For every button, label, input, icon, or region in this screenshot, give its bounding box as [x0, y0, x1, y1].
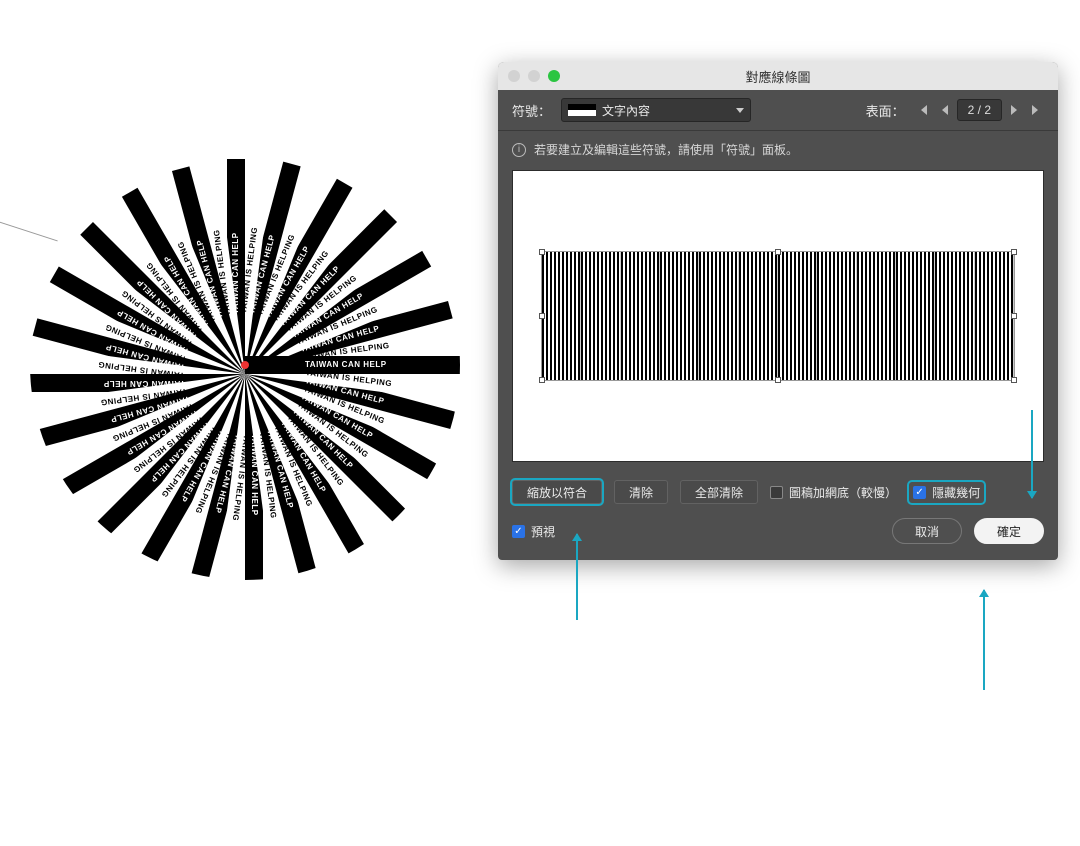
resize-handle[interactable] [1011, 249, 1017, 255]
window-minimize[interactable] [528, 70, 540, 82]
window-zoom[interactable] [548, 70, 560, 82]
cancel-button[interactable]: 取消 [892, 518, 962, 544]
action-row: 縮放以符合 清除 全部清除 圖稿加網底（較慢） ✓ 隱藏幾何 [498, 474, 1058, 514]
artwork-center [241, 361, 249, 369]
shade-artwork-checkbox[interactable]: 圖稿加網底（較慢） [770, 484, 897, 501]
clear-all-button[interactable]: 全部清除 [680, 480, 758, 504]
chevron-down-icon [736, 108, 744, 113]
info-icon: i [512, 143, 526, 157]
checkbox-icon: ✓ [512, 525, 525, 538]
guide-line [0, 210, 58, 242]
hide-geo-label: 隱藏幾何 [932, 484, 980, 501]
preview-checkbox[interactable]: ✓ 預視 [512, 523, 555, 540]
footer-row: ✓ 預視 取消 確定 [498, 514, 1058, 560]
resize-handle[interactable] [539, 377, 545, 383]
annotation-arrow [576, 534, 578, 620]
last-surface-button[interactable] [1028, 103, 1044, 117]
canvas-artwork: TAIWAN IS HELPINGTAIWAN CAN HELPTAIWAN I… [30, 150, 460, 580]
annotation-arrow [1031, 410, 1033, 498]
resize-handle[interactable] [775, 249, 781, 255]
artwork-wedge: TAIWAN CAN HELP [245, 356, 460, 374]
preview-area[interactable] [512, 170, 1044, 462]
info-row: i 若要建立及編輯這些符號，請使用「符號」面板。 [498, 131, 1058, 164]
ok-button[interactable]: 確定 [974, 518, 1044, 544]
symbol-swatch-icon [568, 104, 596, 116]
symbol-dropdown[interactable]: 文字內容 [561, 98, 751, 122]
clear-button[interactable]: 清除 [614, 480, 668, 504]
checkbox-icon [770, 486, 783, 499]
surface-page: 2 / 2 [957, 99, 1002, 121]
symbol-label: 符號： [512, 101, 551, 120]
window-close[interactable] [508, 70, 520, 82]
surface-label: 表面： [866, 101, 905, 120]
annotation-arrow [983, 590, 985, 690]
resize-handle[interactable] [539, 249, 545, 255]
resize-handle[interactable] [1011, 377, 1017, 383]
hide-geometry-checkbox[interactable]: ✓ 隱藏幾何 [909, 482, 984, 503]
map-art-dialog: 對應線條圖 符號： 文字內容 表面： 2 / 2 [498, 62, 1058, 560]
first-surface-button[interactable] [915, 103, 931, 117]
preview-selection[interactable] [541, 251, 1015, 381]
resize-handle[interactable] [539, 313, 545, 319]
resize-handle[interactable] [1011, 313, 1017, 319]
shade-label: 圖稿加網底（較慢） [789, 484, 897, 501]
resize-handle[interactable] [775, 377, 781, 383]
dialog-title: 對應線條圖 [498, 67, 1058, 86]
prev-surface-button[interactable] [937, 103, 951, 117]
surface-paginator: 2 / 2 [915, 99, 1044, 121]
checkbox-icon: ✓ [913, 486, 926, 499]
preview-label: 預視 [531, 523, 555, 540]
titlebar: 對應線條圖 [498, 62, 1058, 90]
scale-to-fit-button[interactable]: 縮放以符合 [512, 480, 602, 504]
dialog-toolbar: 符號： 文字內容 表面： 2 / 2 [498, 90, 1058, 131]
symbol-value: 文字內容 [602, 102, 650, 119]
next-surface-button[interactable] [1008, 103, 1022, 117]
window-controls [508, 70, 560, 82]
info-text: 若要建立及編輯這些符號，請使用「符號」面板。 [534, 141, 798, 158]
